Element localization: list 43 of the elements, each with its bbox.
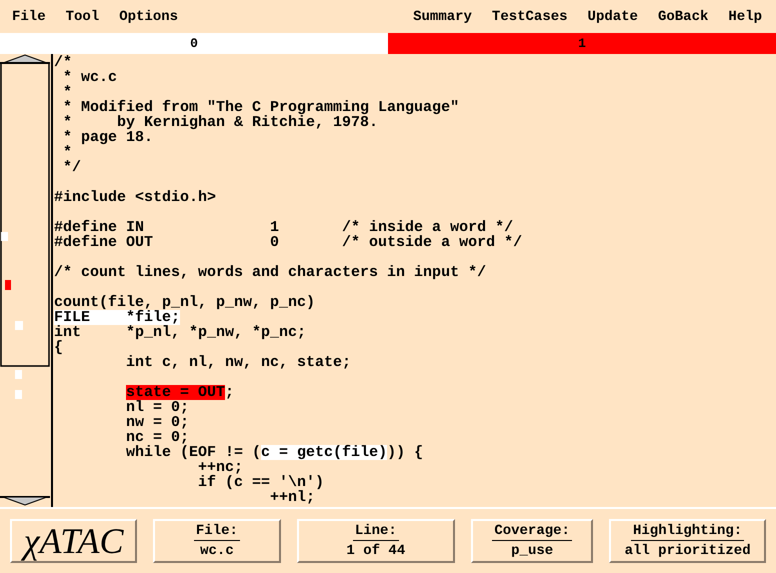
code-line: /* count lines, words and characters in input */ — [53, 265, 488, 280]
panel-value: p_use — [511, 543, 554, 559]
code-line: int *p_nl, *p_nw, *p_nc; — [53, 325, 308, 340]
code-line: int c, nl, nw, nc, state; — [125, 355, 352, 370]
menu-item[interactable]: Summary — [403, 8, 482, 24]
panel-label: Highlighting: — [630, 523, 744, 541]
code-line: /* — [53, 55, 74, 70]
menu-item[interactable]: Options — [109, 8, 188, 24]
panel-label: Coverage: — [492, 523, 572, 541]
code-line: nc = 0; — [125, 430, 190, 445]
code-line: count(file, p_nl, p_nw, p_nc) — [53, 295, 316, 310]
code-line: #define OUT 0 /* outside a word */ — [53, 235, 524, 250]
menu-item[interactable]: File — [2, 8, 56, 24]
code-line: if (c == '\n') — [197, 475, 326, 490]
menu-item[interactable]: Help — [718, 8, 772, 24]
menu-item[interactable]: Tool — [56, 8, 110, 24]
code-line: * by Kernighan & Ritchie, 1978. — [62, 115, 380, 130]
code-line: * Modified from "The C Programming Language" — [62, 100, 460, 115]
code-line: ++nc; — [198, 460, 244, 475]
scrollbar-drawing[interactable] — [0, 54, 51, 507]
panel-label: File: — [194, 523, 240, 541]
code-line: nw = 0; — [125, 415, 190, 430]
menu-item[interactable]: Update — [578, 8, 648, 24]
code-line: * — [62, 145, 72, 160]
panel-value: wc.c — [200, 543, 234, 559]
coverage-segment: 1 — [388, 33, 776, 54]
logo: χATAC — [10, 519, 138, 563]
code-line: ++nl; — [269, 490, 316, 505]
code-line: #include <stdio.h> — [53, 190, 218, 205]
code-line: #define IN 1 /* inside a word */ — [53, 220, 514, 235]
code-line: */ — [62, 160, 82, 175]
panel-label: Line: — [352, 523, 399, 541]
menu-item[interactable]: GoBack — [648, 8, 718, 24]
code-line: * page 18. — [62, 130, 154, 145]
code-line: { — [53, 340, 64, 355]
panel-value: all prioritized — [624, 543, 751, 559]
menu-item[interactable]: TestCases — [482, 8, 578, 24]
code-line: * wc.c — [62, 70, 118, 85]
code-line: nl = 0; — [125, 400, 190, 415]
code-line: * — [62, 85, 74, 100]
panel-value: 1 of 44 — [346, 543, 406, 559]
coverage-segment: 0 — [0, 33, 388, 54]
code-line: while (EOF != (c = getc(file))) { — [125, 445, 424, 460]
